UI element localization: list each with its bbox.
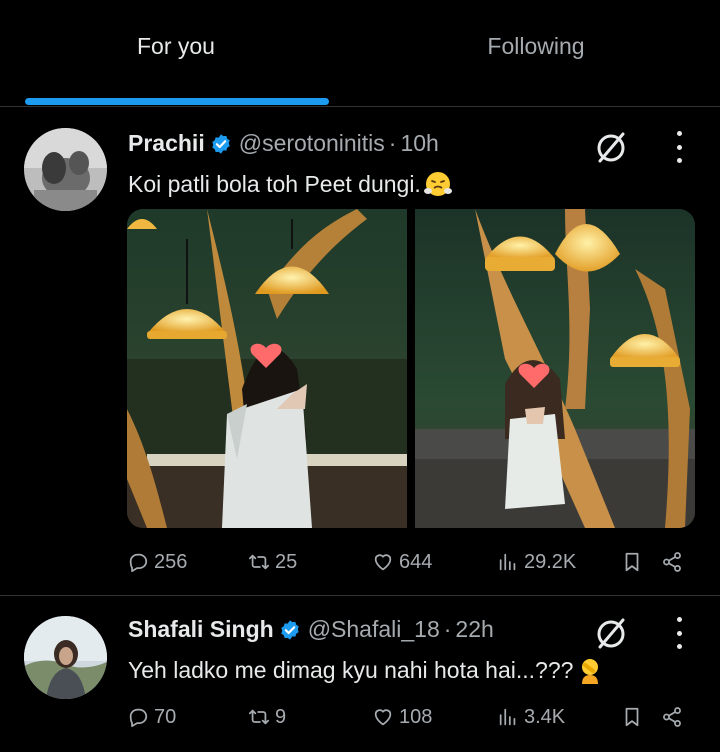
verified-badge-icon [280,619,299,640]
like-button[interactable]: 644 [372,547,432,577]
repost-count: 9 [275,705,287,728]
timeline-tabs: For you Following [0,0,720,107]
post-text: Koi patli bola toh Peet dungi. [128,170,452,198]
post-text-content: Koi patli bola toh Peet dungi. [128,170,421,197]
reply-icon [129,553,148,573]
repost-button[interactable]: 25 [248,547,297,577]
post[interactable]: Shafali Singh @Shafali_18 · 22h Yeh ladk… [0,597,720,752]
share-icon [663,552,681,572]
views-icon [499,708,516,726]
views-icon [499,553,516,571]
more-options-icon[interactable] [672,617,686,649]
verified-badge-icon [212,133,230,154]
author-name[interactable]: Prachii [128,130,205,157]
post-header: Prachii @serotoninitis · 10h [128,130,439,157]
reply-button[interactable]: 70 [127,702,176,732]
share-button[interactable] [661,702,683,732]
avatar[interactable] [24,128,107,211]
repost-icon [248,709,270,725]
grok-icon[interactable] [593,129,629,165]
views-button[interactable]: 3.4K [497,702,565,732]
like-count: 108 [399,705,433,728]
post-actions: 256 25 644 29.2K [0,547,720,577]
heart-icon [374,709,392,726]
post[interactable]: Prachii @serotoninitis · 10h Koi patli b… [0,108,720,596]
post-image[interactable] [415,209,695,528]
more-options-icon[interactable] [672,131,686,163]
view-count: 29.2K [524,550,577,573]
tab-following-label: Following [487,32,585,59]
active-tab-indicator [25,98,329,105]
post-text-content: Yeh ladko me dimag kyu nahi hota hai...?… [128,656,574,683]
share-button[interactable] [661,547,683,577]
post-header: Shafali Singh @Shafali_18 · 22h [128,616,494,643]
repost-count: 25 [275,550,298,573]
post-actions: 70 9 108 3.4K [0,702,720,732]
like-button[interactable]: 108 [372,702,432,732]
repost-button[interactable]: 9 [248,702,286,732]
avatar[interactable] [24,616,107,699]
author-handle[interactable]: @Shafali_18 [308,616,440,643]
like-count: 644 [399,550,433,573]
reply-count: 256 [154,550,188,573]
reply-count: 70 [154,705,177,728]
repost-icon [248,554,270,570]
separator-dot: · [388,130,397,156]
post-time[interactable]: 22h [455,616,493,643]
heart-icon [374,554,392,571]
bookmark-button[interactable] [621,547,643,577]
author-handle[interactable]: @serotoninitis [239,130,385,157]
reply-button[interactable]: 256 [127,547,187,577]
post-time[interactable]: 10h [400,130,438,157]
post-text: Yeh ladko me dimag kyu nahi hota hai...?… [128,656,604,684]
tab-for-you-label: For you [137,32,215,59]
face-with-steam-emoji [423,172,452,196]
author-name[interactable]: Shafali Singh [128,616,274,643]
grok-icon[interactable] [593,615,629,651]
bookmark-icon [625,552,639,572]
views-button[interactable]: 29.2K [497,547,576,577]
tab-for-you[interactable]: For you [0,0,352,106]
separator-dot: · [443,616,452,642]
bookmark-icon [625,707,639,727]
reply-icon [129,708,148,728]
person-facepalming-emoji [582,659,599,684]
bookmark-button[interactable] [621,702,643,732]
post-image[interactable] [127,209,407,528]
share-icon [663,707,681,727]
tab-following[interactable]: Following [360,0,712,106]
view-count: 3.4K [524,705,566,728]
